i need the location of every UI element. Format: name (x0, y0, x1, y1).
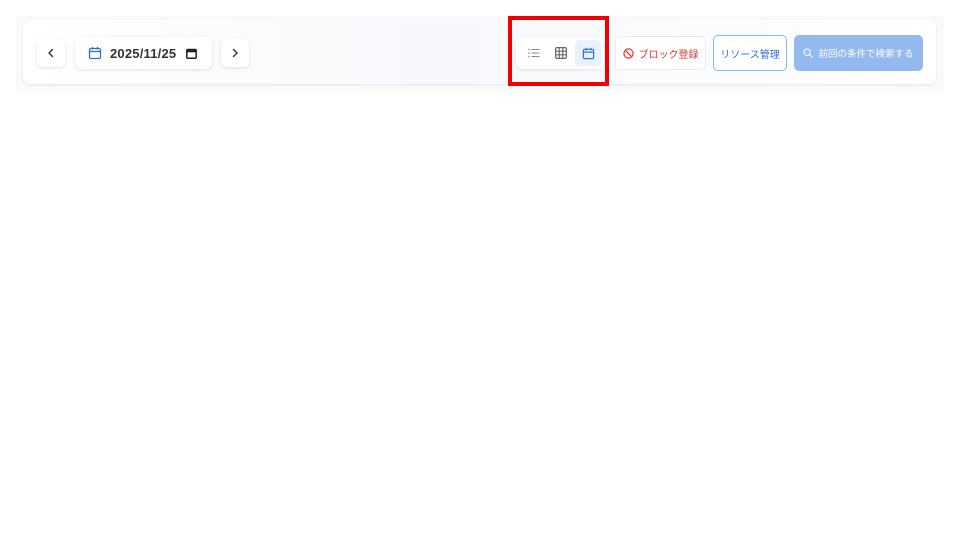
search-icon (803, 48, 814, 58)
view-grid-button[interactable] (548, 40, 574, 66)
grid-icon (555, 47, 567, 59)
date-value: 2025/11/25 (110, 45, 177, 61)
chevron-left-icon (48, 48, 54, 58)
block-register-label: ブロック登録 (638, 49, 699, 61)
view-mode-toggle (516, 37, 604, 69)
search-previous-label: 前回の条件で検索する (818, 49, 914, 60)
prohibited-icon (622, 47, 634, 59)
view-list-button[interactable] (521, 40, 547, 66)
list-icon (528, 48, 540, 58)
resource-manage-label: リソース管理 (720, 49, 780, 61)
calendar-icon (88, 47, 102, 60)
chevron-right-icon (232, 48, 238, 58)
view-calendar-button[interactable] (575, 40, 601, 66)
page: 2025/11/25 ブロック登録 リソース管理 前回の条件で検索する (0, 0, 960, 540)
search-previous-button[interactable]: 前回の条件で検索する (794, 35, 923, 71)
date-picker-icon[interactable] (186, 48, 197, 59)
next-day-button[interactable] (221, 39, 249, 67)
prev-day-button[interactable] (37, 39, 65, 67)
block-register-button[interactable]: ブロック登録 (615, 36, 706, 70)
resource-manage-button[interactable]: リソース管理 (713, 35, 787, 71)
date-input[interactable]: 2025/11/25 (75, 37, 212, 69)
calendar-icon (582, 47, 594, 59)
